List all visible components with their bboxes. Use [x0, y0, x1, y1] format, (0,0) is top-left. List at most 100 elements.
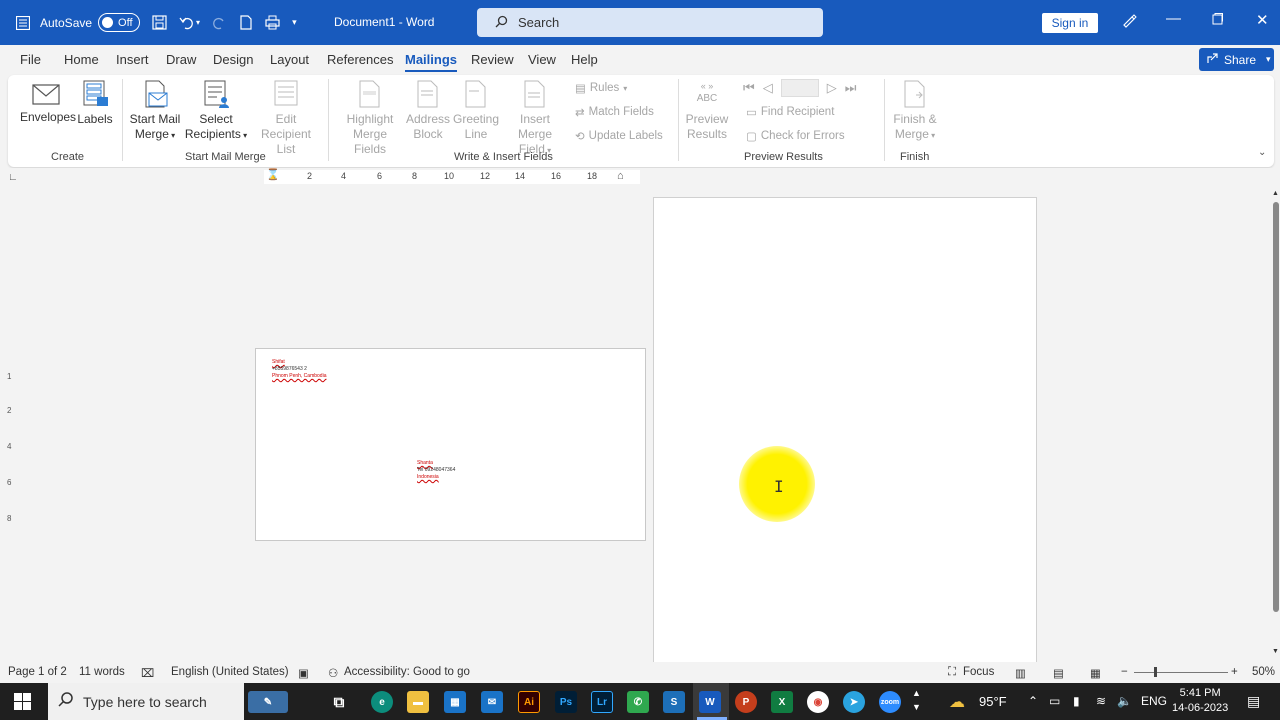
preview-results-button[interactable]: « » ABC Preview Results: [684, 81, 730, 142]
proofing-icon[interactable]: ⌧: [141, 666, 154, 680]
zoom-out-icon[interactable]: −: [1121, 666, 1128, 678]
indent-marker-icon[interactable]: ⌛: [266, 168, 280, 181]
mail-icon[interactable]: ✉: [481, 691, 503, 713]
customize-toolbar-icon[interactable]: ▾: [292, 17, 297, 28]
zoom-slider-thumb[interactable]: [1154, 667, 1157, 677]
excel-icon[interactable]: X: [771, 691, 793, 713]
rules-button[interactable]: ▤ Rules ▾: [575, 81, 627, 95]
word-menu-icon[interactable]: [16, 15, 30, 30]
meet-now-icon[interactable]: ▭: [1049, 694, 1060, 708]
scrollbar-thumb[interactable]: [1273, 202, 1279, 612]
photoshop-icon[interactable]: Ps: [555, 691, 577, 713]
powerpoint-icon[interactable]: P: [735, 691, 757, 713]
address-block-button[interactable]: Address Block: [406, 79, 450, 142]
edge-icon[interactable]: e: [371, 691, 393, 713]
pen-icon[interactable]: [1121, 12, 1137, 32]
telegram-icon[interactable]: ➤: [843, 691, 865, 713]
word-count[interactable]: 11 words: [79, 666, 125, 678]
labels-button[interactable]: Labels: [76, 79, 114, 127]
redo-icon[interactable]: [212, 15, 227, 30]
first-record-icon[interactable]: ⏮: [743, 80, 755, 96]
print-layout-icon[interactable]: ▤: [1053, 666, 1064, 680]
tab-layout[interactable]: Layout: [270, 52, 309, 67]
tab-mailings[interactable]: Mailings: [405, 52, 458, 72]
word-icon[interactable]: W: [699, 691, 721, 713]
tab-view[interactable]: View: [528, 52, 556, 67]
scroll-up-icon[interactable]: ▲: [1272, 190, 1279, 197]
search-box[interactable]: Search: [477, 8, 823, 37]
select-recipients-button[interactable]: Select Recipients ▾: [184, 79, 248, 143]
focus-button[interactable]: Focus: [963, 666, 994, 678]
clock[interactable]: 5:41 PM 14-06-2023: [1172, 686, 1228, 716]
search-highlight-icon[interactable]: ✎: [248, 691, 288, 713]
illustrator-icon[interactable]: Ai: [518, 691, 540, 713]
zoom-app-icon[interactable]: zoom: [879, 691, 901, 713]
maximize-icon[interactable]: [1211, 12, 1223, 29]
volume-icon[interactable]: 🔈: [1117, 694, 1132, 708]
file-explorer-icon[interactable]: ▬: [407, 691, 429, 713]
weather-temp[interactable]: 95°F: [979, 694, 1007, 709]
match-fields-button[interactable]: ⇄ Match Fields: [575, 105, 654, 119]
find-recipient-button[interactable]: ▭ Find Recipient: [746, 105, 834, 119]
right-indent-marker-icon[interactable]: ⌂: [617, 170, 624, 182]
store-icon[interactable]: ▦: [444, 691, 466, 713]
start-mail-merge-button[interactable]: Start Mail Merge ▾: [128, 79, 182, 143]
highlight-merge-fields-button[interactable]: Highlight Merge Fields: [336, 79, 404, 157]
tab-insert[interactable]: Insert: [116, 52, 149, 67]
task-view-icon[interactable]: ⧉: [328, 691, 350, 713]
minimize-icon[interactable]: —: [1166, 10, 1181, 27]
tab-help[interactable]: Help: [571, 52, 598, 67]
whatsapp-icon[interactable]: ✆: [627, 691, 649, 713]
share-dropdown-icon[interactable]: ▾: [1266, 54, 1271, 65]
undo-dropdown-icon[interactable]: ▾: [196, 18, 200, 27]
lightroom-icon[interactable]: Lr: [591, 691, 613, 713]
input-language[interactable]: ENG: [1141, 694, 1167, 708]
record-number-input[interactable]: [780, 79, 819, 97]
tab-design[interactable]: Design: [213, 52, 253, 67]
battery-icon[interactable]: ▮: [1073, 694, 1080, 708]
previous-record-icon[interactable]: ◁: [763, 80, 773, 96]
share-button[interactable]: Share ▾: [1199, 48, 1274, 71]
greeting-line-button[interactable]: Greeting Line: [452, 79, 500, 142]
track-changes-icon[interactable]: ▣: [298, 666, 309, 680]
sign-in-button[interactable]: Sign in: [1042, 13, 1098, 33]
finish-merge-button[interactable]: Finish & Merge ▾: [890, 79, 940, 143]
envelope-page[interactable]: Shifat +8559876543 2 Phnom Penh, Cambodi…: [255, 348, 646, 541]
envelopes-button[interactable]: Envelopes: [20, 83, 76, 125]
taskbar-scroll-icon[interactable]: ▲ ▼: [912, 686, 921, 714]
document-icon[interactable]: [239, 15, 253, 30]
tab-file[interactable]: File: [20, 52, 41, 67]
windows-start-icon[interactable]: [14, 693, 31, 713]
edit-recipient-list-button[interactable]: Edit Recipient List: [250, 79, 322, 157]
tab-draw[interactable]: Draw: [166, 52, 196, 67]
wifi-icon[interactable]: ≋: [1096, 694, 1106, 708]
tab-selector-icon[interactable]: ∟: [8, 172, 18, 183]
sketchup-icon[interactable]: S: [663, 691, 685, 713]
print-preview-icon[interactable]: [265, 15, 280, 30]
check-errors-button[interactable]: ▢ Check for Errors: [746, 129, 845, 143]
read-mode-icon[interactable]: ▥: [1015, 666, 1026, 680]
taskbar-search[interactable]: Type here to search: [48, 683, 244, 720]
scroll-down-icon[interactable]: ▼: [1272, 648, 1279, 655]
close-icon[interactable]: ✕: [1256, 11, 1269, 29]
language[interactable]: English (United States): [171, 666, 289, 678]
next-record-icon[interactable]: ▷: [827, 80, 837, 96]
page-count[interactable]: Page 1 of 2: [8, 666, 67, 678]
tab-references[interactable]: References: [327, 52, 393, 67]
undo-icon[interactable]: [179, 15, 194, 30]
show-hidden-icons-icon[interactable]: ⌃: [1028, 694, 1038, 708]
web-layout-icon[interactable]: ▦: [1090, 666, 1101, 680]
tab-home[interactable]: Home: [64, 52, 99, 67]
accessibility-status[interactable]: Accessibility: Good to go: [344, 666, 470, 678]
document-canvas[interactable]: 1 2 4 6 8 Shifat +8559876543 2 Phnom Pen…: [0, 188, 1272, 662]
tab-review[interactable]: Review: [471, 52, 514, 67]
document-page-2[interactable]: [653, 197, 1037, 662]
notifications-icon[interactable]: ▤: [1247, 693, 1260, 710]
save-icon[interactable]: [152, 15, 167, 30]
zoom-level[interactable]: 50%: [1252, 666, 1275, 678]
zoom-slider[interactable]: [1134, 672, 1228, 673]
chrome-icon[interactable]: ◉: [807, 691, 829, 713]
update-labels-button[interactable]: ⟲ Update Labels: [575, 129, 663, 143]
zoom-in-icon[interactable]: +: [1231, 666, 1238, 678]
collapse-ribbon-icon[interactable]: ⌄: [1258, 147, 1266, 158]
